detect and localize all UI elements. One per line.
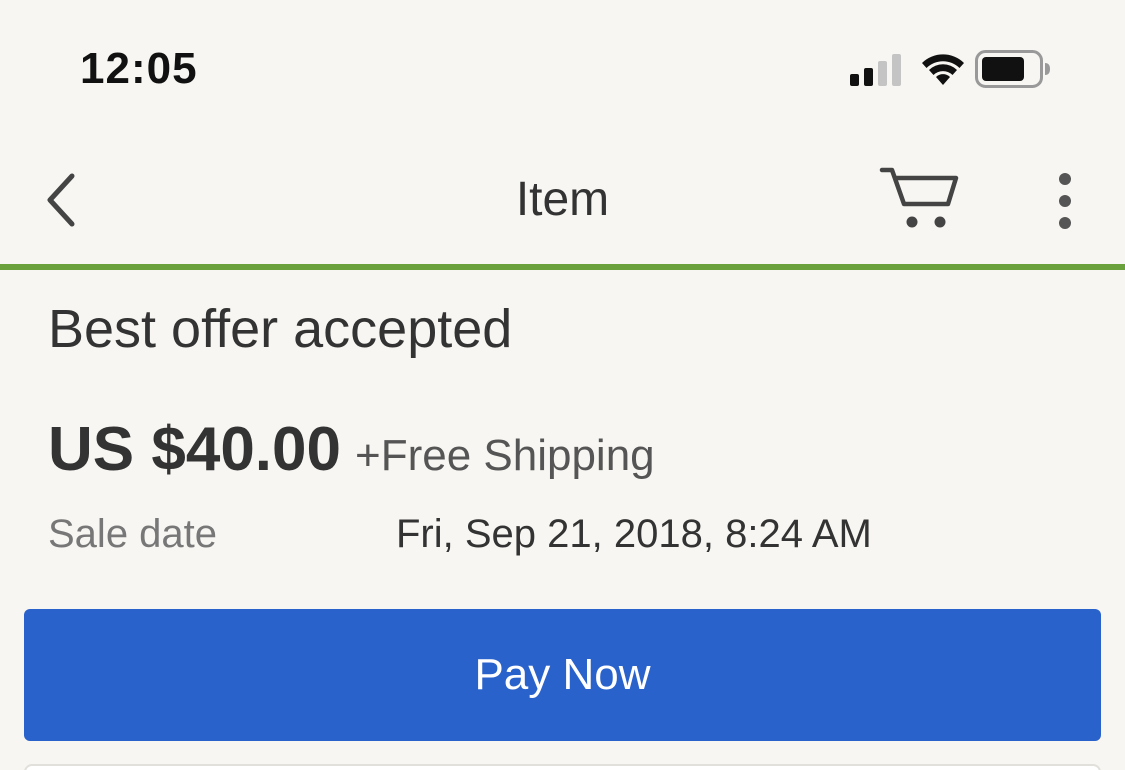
next-card-edge <box>24 764 1101 770</box>
nav-accent-divider <box>0 264 1125 270</box>
sale-date-label: Sale date <box>48 512 218 556</box>
offer-status: Best offer accepted <box>48 299 513 359</box>
item-price: US $40.00 <box>48 415 341 484</box>
shipping-info: +Free Shipping <box>355 431 655 480</box>
wifi-icon <box>922 54 964 85</box>
item-screen: 12:05 Item Best offer accepted US $40.00… <box>0 0 1125 770</box>
status-bar: 12:05 <box>0 0 1125 130</box>
nav-bar: Item <box>0 130 1125 264</box>
price-row: US $40.00 +Free Shipping <box>48 414 655 485</box>
pay-now-button[interactable]: Pay Now <box>24 609 1101 741</box>
status-time: 12:05 <box>80 44 198 93</box>
battery-icon <box>975 50 1050 88</box>
sale-date-value: Fri, Sep 21, 2018, 8:24 AM <box>396 512 872 556</box>
cart-icon[interactable] <box>878 164 962 234</box>
more-vertical-icon[interactable] <box>1048 170 1082 232</box>
signal-icon <box>850 54 901 86</box>
